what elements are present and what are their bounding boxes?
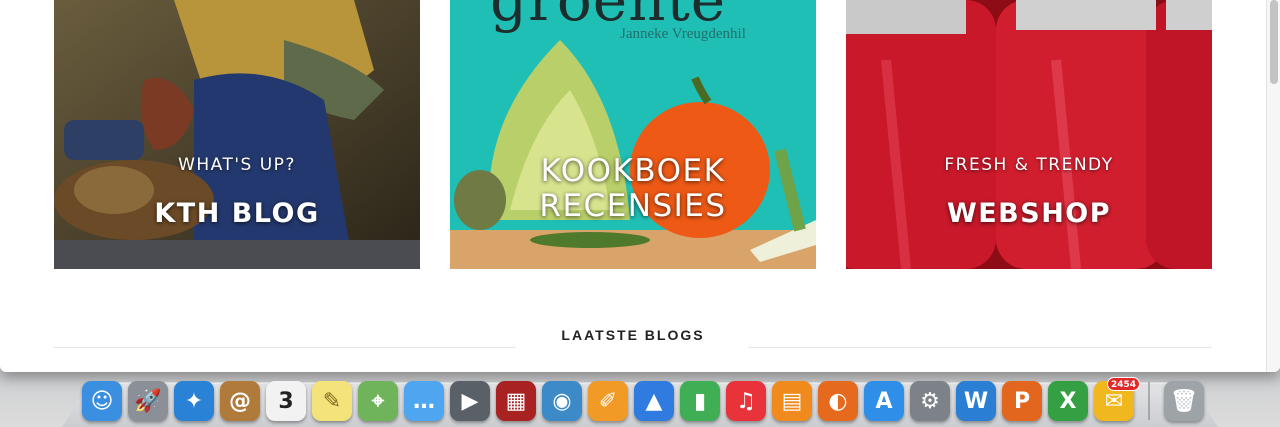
firefox-icon[interactable]: ◐ (818, 381, 858, 421)
facetime-glyph: ▶ (461, 388, 479, 414)
powerpoint-icon[interactable]: P (1002, 381, 1042, 421)
maps-glyph: ⌖ (371, 388, 385, 414)
keynote-icon[interactable]: ▲ (634, 381, 674, 421)
word-glyph: W (963, 388, 989, 414)
tile-kook-title: KOOKBOEK RECENSIES (450, 154, 816, 224)
safari-glyph: ✦ (184, 388, 204, 414)
excel-icon[interactable]: X (1048, 381, 1088, 421)
calendar-glyph: 3 (278, 388, 294, 414)
system-preferences-icon[interactable]: ⚙ (910, 381, 950, 421)
launchpad-glyph: 🚀 (134, 388, 162, 414)
word-icon[interactable]: W (956, 381, 996, 421)
excel-glyph: X (1059, 388, 1077, 414)
pages-icon[interactable]: ✐ (588, 381, 628, 421)
tile-kth-blog[interactable]: WHAT'S UP? KTH BLOG (54, 0, 420, 269)
outlook-glyph: ✉ (1104, 388, 1124, 414)
launchpad-icon[interactable]: 🚀 (128, 381, 168, 421)
photo-booth-glyph: ▦ (505, 388, 527, 414)
section-heading-latest-blogs: LAATSTE BLOGS (561, 327, 705, 343)
calendar-icon[interactable]: 3 (266, 381, 306, 421)
tile-kook-title-line2: RECENSIES (539, 188, 727, 224)
iphoto-icon[interactable]: ◉ (542, 381, 582, 421)
tile-kook-title-line1: KOOKBOEK (540, 153, 726, 189)
iphoto-glyph: ◉ (552, 388, 572, 414)
system-preferences-glyph: ⚙ (920, 388, 940, 414)
app-store-icon[interactable]: A (864, 381, 904, 421)
ibooks-icon[interactable]: ▤ (772, 381, 812, 421)
scrollbar-thumb[interactable] (1270, 0, 1278, 84)
notes-icon[interactable]: ✎ (312, 381, 352, 421)
book-cover-author: Janneke Vreugdenhil (620, 26, 746, 42)
itunes-glyph: ♫ (736, 388, 756, 414)
divider-left (54, 347, 516, 348)
tile-shop-kicker: FRESH & TRENDY (944, 155, 1114, 175)
finder-glyph: ☺ (90, 388, 114, 414)
keynote-glyph: ▲ (645, 388, 663, 414)
tile-shop-title: WEBSHOP (946, 198, 1112, 229)
powerpoint-glyph: P (1013, 388, 1031, 414)
tile-kookboek-recensies[interactable]: groente Janneke Vreugdenhil KOOKBOEK REC… (450, 0, 816, 269)
firefox-glyph: ◐ (828, 388, 848, 414)
trash-glyph: 🗑 (1170, 388, 1198, 414)
messages-icon[interactable]: … (404, 381, 444, 421)
finder-icon[interactable]: ☺ (82, 381, 122, 421)
pages-glyph: ✐ (598, 388, 618, 414)
notification-badge: 2454 (1106, 377, 1140, 391)
facetime-icon[interactable]: ▶ (450, 381, 490, 421)
tile-blog-title: KTH BLOG (154, 198, 320, 229)
contacts-glyph: @ (229, 388, 251, 414)
outlook-icon[interactable]: ✉ 2454 (1094, 377, 1140, 421)
divider-right (748, 347, 1212, 348)
scrollbar[interactable] (1266, 0, 1280, 372)
safari-icon[interactable]: ✦ (174, 381, 214, 421)
app-store-glyph: A (875, 388, 893, 414)
tile-blog-kicker: WHAT'S UP? (178, 155, 296, 175)
numbers-glyph: ▮ (693, 388, 707, 414)
photo-booth-icon[interactable]: ▦ (496, 381, 536, 421)
tile-webshop[interactable]: FRESH & TRENDY WEBSHOP (846, 0, 1212, 269)
ibooks-glyph: ▤ (781, 388, 803, 414)
browser-window: WHAT'S UP? KTH BLOG groente Janneke Vreu… (0, 0, 1280, 372)
notes-glyph: ✎ (322, 388, 342, 414)
contacts-icon[interactable]: @ (220, 381, 260, 421)
messages-glyph: … (413, 388, 435, 414)
itunes-icon[interactable]: ♫ (726, 381, 766, 421)
maps-icon[interactable]: ⌖ (358, 381, 398, 421)
dock-separator (1148, 382, 1150, 420)
trash-icon[interactable]: 🗑 (1164, 381, 1204, 421)
numbers-icon[interactable]: ▮ (680, 381, 720, 421)
dock: ☺ 🚀 ✦ @3 ✎ ⌖ … ▶ ▦ ◉ ✐ ▲ ▮ ♫ ▤ ◐ A ⚙ W P X ✉ 2454 🗑 (82, 377, 1204, 423)
